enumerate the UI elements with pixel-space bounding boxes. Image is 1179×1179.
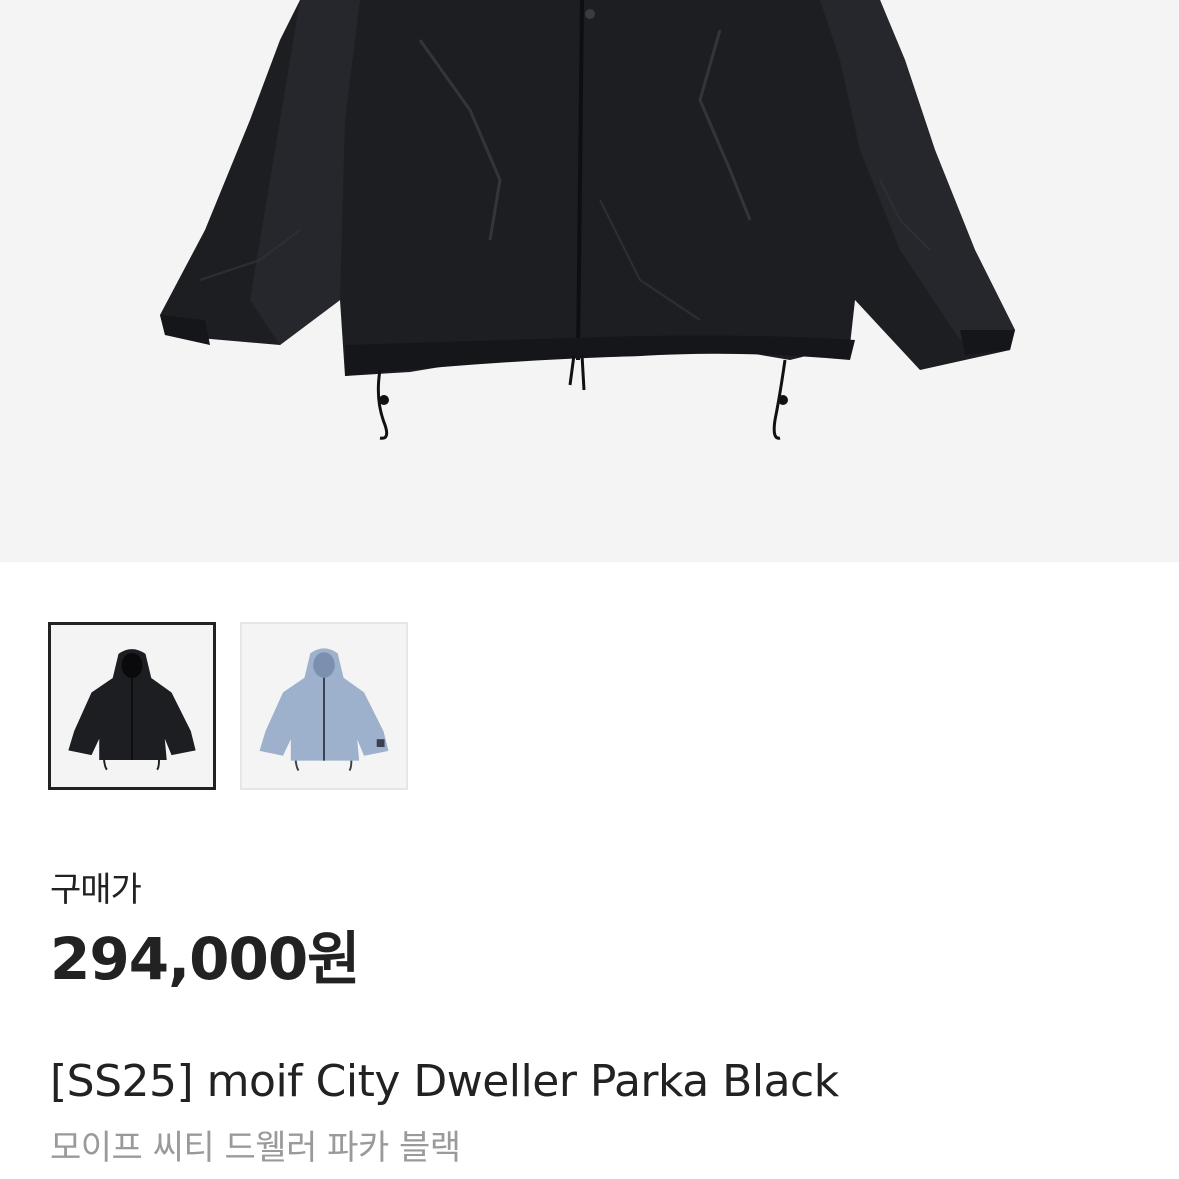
- thumbnail-list: [48, 622, 408, 790]
- black-parka-thumbnail: [68, 649, 196, 771]
- price-label: 구매가: [50, 870, 142, 910]
- thumbnail-black[interactable]: [48, 622, 216, 790]
- product-detail-page: 구매가 294,000원 [SS25] moif City Dweller Pa…: [0, 0, 1179, 1179]
- product-title-ko: 모이프 씨티 드웰러 파카 블랙: [50, 1128, 461, 1168]
- product-price: 294,000원: [50, 925, 361, 993]
- product-title-en: [SS25] moif City Dweller Parka Black: [50, 1056, 839, 1107]
- black-parka-photo: [160, 0, 1015, 440]
- thumbnail-blue[interactable]: [240, 622, 408, 790]
- product-main-image[interactable]: [0, 0, 1179, 562]
- blue-parka-thumbnail: [259, 648, 389, 772]
